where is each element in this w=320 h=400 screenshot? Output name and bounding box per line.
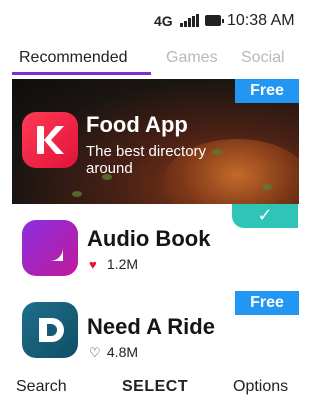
app-likes: ♡ 4.8M [89,344,138,361]
active-tab-indicator [12,72,151,75]
featured-app-banner[interactable]: Free Food App The best directory around [12,79,299,204]
softkey-options[interactable]: Options [233,378,288,396]
heart-outline-icon: ♡ [89,345,101,360]
app-name: Audio Book [87,226,211,251]
status-bar: 4G 10:38 AM [0,0,299,40]
category-tabs: Recommended Games Social [0,45,299,75]
app-list-item[interactable]: Audio Book ♥ 1.2M [0,220,299,300]
free-badge: Free [235,291,299,315]
d-logo-icon [22,302,78,358]
featured-app-name: Food App [86,112,188,137]
softkey-bar: Search SELECT Options [0,372,299,400]
tab-social[interactable]: Social [241,49,285,67]
softkey-select[interactable]: SELECT [122,378,188,396]
likes-count: 4.8M [106,344,139,360]
signal-icon [180,14,200,27]
free-badge: Free [235,79,299,103]
app-name: Need A Ride [87,314,215,339]
a-logo-icon [22,220,78,276]
heart-filled-icon: ♥ [89,257,97,272]
battery-icon [205,15,224,26]
network-type: 4G [154,13,173,29]
softkey-search[interactable]: Search [16,378,67,396]
featured-app-description: The best directory around [86,143,207,177]
likes-count: 1.2M [106,256,139,272]
k-logo-icon [22,112,78,168]
tab-games[interactable]: Games [166,49,218,67]
clock: 10:38 AM [227,12,295,29]
app-likes: ♥ 1.2M [89,256,138,272]
tab-recommended[interactable]: Recommended [19,49,128,67]
app-list-item[interactable]: Free Need A Ride ♡ 4.8M [0,291,299,374]
